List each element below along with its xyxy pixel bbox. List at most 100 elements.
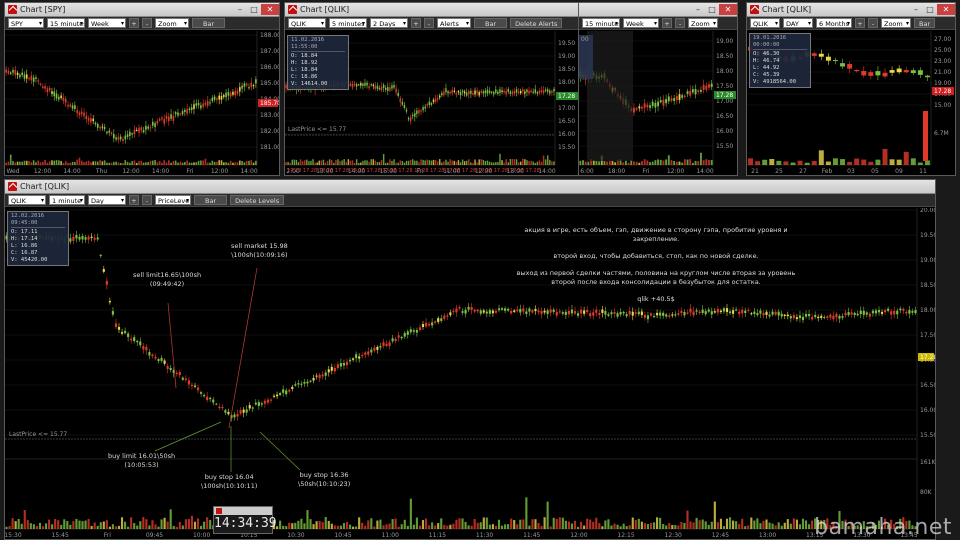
candle-body <box>167 116 170 122</box>
zoom-out-button[interactable]: - <box>868 18 878 28</box>
range-select[interactable]: Week <box>623 18 659 28</box>
interval-select[interactable]: 15 minutes <box>582 18 620 28</box>
zoom-in-button[interactable]: + <box>662 18 672 28</box>
main-titlebar[interactable]: Chart [QLIK] <box>5 180 935 194</box>
volume-bar <box>625 526 628 529</box>
zoom-out-button[interactable]: - <box>424 18 434 28</box>
bar-button[interactable]: Bar <box>474 18 508 28</box>
volume-bar <box>306 510 309 529</box>
maximize-icon[interactable]: □ <box>247 4 261 15</box>
range-select[interactable]: Day <box>88 195 126 205</box>
chart-app-icon <box>216 508 222 514</box>
y-tick-label: 17.50 <box>716 83 733 90</box>
range-select[interactable]: Week <box>88 18 126 28</box>
clock-widget[interactable]: 14:34:39 <box>213 506 277 534</box>
interval-select[interactable]: 15 minutes <box>47 18 85 28</box>
interval-select[interactable]: 1 minute <box>49 195 85 205</box>
bar-button[interactable]: Bar <box>194 195 228 205</box>
bar-button[interactable]: Bar <box>914 18 936 28</box>
volume-tick: 6.7M <box>934 130 949 137</box>
candle-body <box>678 94 681 100</box>
note-paragraph-2: второй вход, чтобы добавиться, стоп, как… <box>553 252 759 260</box>
minimize-icon[interactable]: – <box>909 4 923 15</box>
symbol-select[interactable]: SPY <box>8 18 44 28</box>
volume-bar <box>801 518 805 529</box>
zoom-in-button[interactable]: + <box>129 18 139 28</box>
close-icon[interactable]: ✕ <box>261 4 279 15</box>
qlik-15min-window[interactable]: –□✕ 15 minutes Week + - Zoom 19.0018.501… <box>578 2 738 176</box>
zoom-select[interactable]: Zoom <box>155 18 189 28</box>
x-tick-label: 12:15 <box>617 532 634 539</box>
candle-body <box>255 79 257 84</box>
volume-bar <box>12 160 14 165</box>
maximize-icon[interactable]: □ <box>705 4 719 15</box>
qlik-5min-chart[interactable]: 19.5019.0018.5018.0017.5017.0016.5016.00… <box>285 31 579 175</box>
volume-bar <box>60 160 62 165</box>
candle-body <box>184 109 186 112</box>
alerts-select[interactable]: Alerts <box>437 18 471 28</box>
volume-bar <box>407 160 410 165</box>
info-date: 19.01.2016 00:00:00 <box>753 35 807 50</box>
range-select[interactable]: 6 Months <box>816 18 852 28</box>
qlik-15min-titlebar[interactable]: – □ ✕ <box>579 3 737 17</box>
x-tick-label: 6:00 <box>580 168 594 175</box>
zoom-select[interactable]: Zoom <box>688 18 718 28</box>
candle-body <box>634 312 637 314</box>
candle-body <box>689 308 692 313</box>
candle-body <box>142 346 145 350</box>
spy-titlebar[interactable]: Chart [SPY] – □ ✕ <box>5 3 279 17</box>
volume-bar <box>451 160 453 165</box>
zoom-in-button[interactable]: + <box>411 18 421 28</box>
zoom-out-button[interactable]: - <box>142 18 152 28</box>
candle-body <box>771 311 774 315</box>
symbol-select[interactable]: QLIK <box>288 18 326 28</box>
delete-levels-button[interactable]: Delete Levels <box>230 195 285 205</box>
zoom-out-button[interactable]: - <box>675 18 685 28</box>
qlik-15min-chart[interactable]: 19.00 18.50 18.00 17.50 17.00 16.50 16.00 15.50… <box>579 31 737 175</box>
volume-bar <box>115 161 117 165</box>
main-price-chart[interactable]: 20.0019.5019.0018.5018.0017.5017.0016.50… <box>5 207 935 539</box>
chart-app-icon <box>8 5 17 14</box>
symbol-select[interactable]: QLIK <box>8 195 46 205</box>
qlik-5min-titlebar[interactable]: Chart [QLIK] <box>285 3 579 17</box>
symbol-select[interactable]: QLIK <box>750 18 780 28</box>
volume-bar <box>692 522 695 529</box>
volume-bar <box>200 160 202 165</box>
volume-bar <box>440 518 443 529</box>
candle-body <box>227 92 230 96</box>
qlik-daily-window[interactable]: Chart [QLIK] –□✕ QLIK DAY 6 Months + - Z… <box>746 2 956 176</box>
candle-body <box>702 84 705 91</box>
qlik-daily-chart[interactable]: 27.0025.0023.0021.0019.0017.0015.0021252… <box>747 31 955 175</box>
qlik-daily-titlebar[interactable]: Chart [QLIK] – □ ✕ <box>747 3 955 17</box>
interval-select[interactable]: DAY <box>783 18 813 28</box>
zoom-select[interactable]: Zoom <box>881 18 911 28</box>
candle-body <box>817 316 820 319</box>
zoom-in-button[interactable]: + <box>855 18 865 28</box>
minimize-icon[interactable]: – <box>691 4 705 15</box>
volume-bar <box>376 520 379 529</box>
zoom-out-button[interactable]: - <box>142 195 152 205</box>
candle-body <box>385 87 387 90</box>
close-icon[interactable]: ✕ <box>719 4 737 15</box>
bar-button[interactable]: Bar <box>192 18 226 28</box>
volume-bar <box>659 517 662 529</box>
interval-select[interactable]: 5 minutes <box>329 18 367 28</box>
close-icon[interactable]: ✕ <box>937 4 955 15</box>
candle-body <box>424 322 428 327</box>
maximize-icon[interactable]: □ <box>923 4 937 15</box>
range-select[interactable]: 2 Days <box>370 18 408 28</box>
candle-body <box>756 313 759 316</box>
x-tick-label: 13:00 <box>759 532 776 539</box>
spy-price-chart[interactable]: 188.00187.00186.00185.00184.00183.00182.… <box>5 31 279 175</box>
delete-alerts-button[interactable]: Delete Alerts <box>510 18 563 28</box>
candle-body <box>78 112 81 116</box>
candle-body <box>459 92 462 96</box>
price-level-select[interactable]: PriceLeve <box>155 195 191 205</box>
minimize-icon[interactable]: – <box>233 4 247 15</box>
clock-titlebar[interactable] <box>214 507 272 515</box>
qlik-5min-window[interactable]: Chart [QLIK] QLIK 5 minutes 2 Days + - A… <box>284 2 580 176</box>
zoom-in-button[interactable]: + <box>129 195 139 205</box>
qlik-1min-main-window[interactable]: Chart [QLIK] QLIK 1 minute Day + - Price… <box>4 179 936 540</box>
volume-bar <box>446 525 449 529</box>
spy-chart-window[interactable]: Chart [SPY] –□✕ SPY 15 minutes Week + - … <box>4 2 280 176</box>
